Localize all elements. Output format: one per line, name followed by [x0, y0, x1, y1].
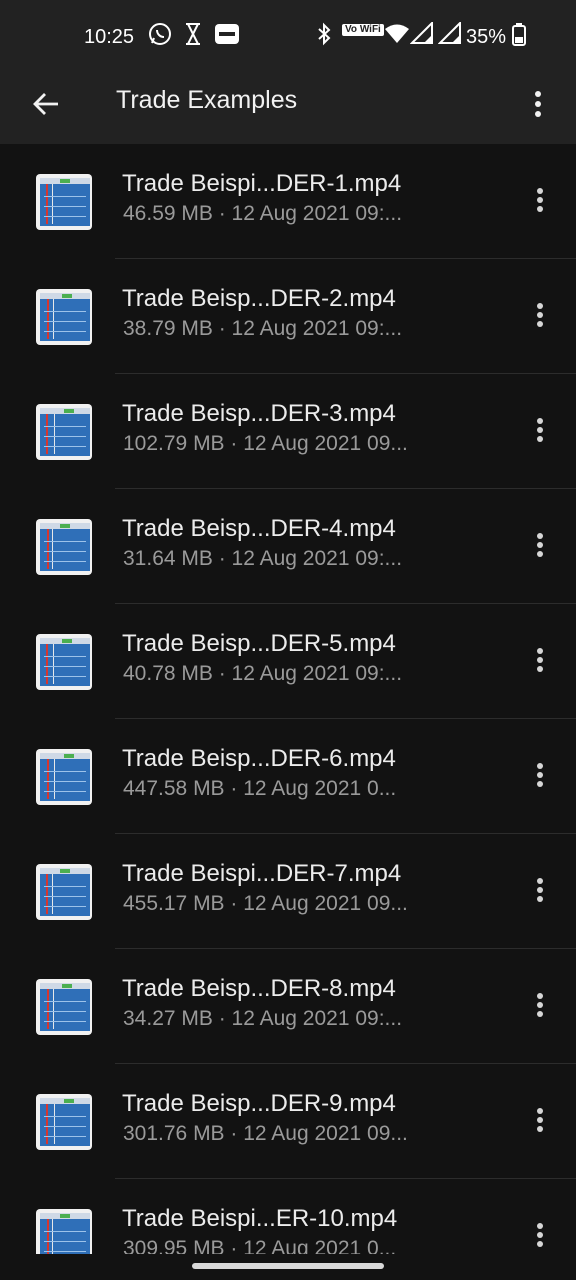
item-more-button[interactable]: [522, 757, 558, 797]
item-more-button[interactable]: [522, 412, 558, 452]
item-more-button[interactable]: [522, 527, 558, 567]
whatsapp-icon: [148, 22, 172, 46]
file-name: Trade Beisp...DER-9.mp4: [122, 1090, 396, 1117]
video-thumbnail: [36, 174, 92, 230]
video-thumbnail: [36, 1209, 92, 1254]
file-name: Trade Beisp...DER-2.mp4: [122, 285, 396, 312]
wifi-icon: [384, 22, 410, 44]
file-name: Trade Beisp...DER-3.mp4: [122, 400, 396, 427]
item-more-button[interactable]: [522, 182, 558, 222]
item-more-button[interactable]: [522, 1102, 558, 1142]
gesture-handle[interactable]: [192, 1263, 384, 1269]
item-more-button[interactable]: [522, 987, 558, 1027]
file-name: Trade Beisp...DER-5.mp4: [122, 630, 396, 657]
app-bar: Trade Examples: [0, 70, 576, 144]
file-meta: 46.59 MB · 12 Aug 2021 09:...: [123, 202, 403, 225]
list-item[interactable]: Trade Beisp...DER-8.mp4 34.27 MB · 12 Au…: [0, 949, 576, 1064]
file-meta: 309.95 MB · 12 Aug 2021 0...: [123, 1237, 397, 1254]
more-vert-icon: [536, 417, 544, 448]
more-vert-icon: [536, 1222, 544, 1253]
signal-icon: [438, 22, 462, 44]
item-more-button[interactable]: [522, 1217, 558, 1254]
file-meta: 447.58 MB · 12 Aug 2021 0...: [123, 777, 397, 800]
more-vert-icon: [534, 90, 542, 123]
more-vert-icon: [536, 762, 544, 793]
more-vert-icon: [536, 992, 544, 1023]
video-thumbnail: [36, 289, 92, 345]
battery-percent: 35%: [466, 26, 507, 48]
bluetooth-icon: [314, 22, 334, 46]
status-bar: 10:25 Vo WiFi 35%: [0, 0, 576, 70]
item-more-button[interactable]: [522, 297, 558, 337]
more-vert-icon: [536, 187, 544, 218]
file-name: Trade Beispi...ER-10.mp4: [122, 1205, 398, 1232]
file-meta: 31.64 MB · 12 Aug 2021 09:...: [123, 547, 403, 570]
more-vert-icon: [536, 647, 544, 678]
item-more-button[interactable]: [522, 642, 558, 682]
more-vert-icon: [536, 1107, 544, 1138]
file-meta: 102.79 MB · 12 Aug 2021 09...: [123, 432, 408, 455]
video-thumbnail: [36, 1094, 92, 1150]
list-item[interactable]: Trade Beisp...DER-6.mp4 447.58 MB · 12 A…: [0, 719, 576, 834]
file-name: Trade Beispi...DER-7.mp4: [122, 860, 402, 887]
back-button[interactable]: [26, 86, 66, 126]
list-item[interactable]: Trade Beispi...ER-10.mp4 309.95 MB · 12 …: [0, 1179, 576, 1254]
file-name: Trade Beispi...DER-1.mp4: [122, 170, 402, 197]
list-item[interactable]: Trade Beisp...DER-5.mp4 40.78 MB · 12 Au…: [0, 604, 576, 719]
video-thumbnail: [36, 634, 92, 690]
file-name: Trade Beisp...DER-4.mp4: [122, 515, 396, 542]
video-thumbnail: [36, 519, 92, 575]
file-name: Trade Beisp...DER-6.mp4: [122, 745, 396, 772]
file-meta: 301.76 MB · 12 Aug 2021 09...: [123, 1122, 408, 1145]
video-thumbnail: [36, 404, 92, 460]
file-list: Trade Beispi...DER-1.mp4 46.59 MB · 12 A…: [0, 144, 576, 1254]
file-meta: 38.79 MB · 12 Aug 2021 09:...: [123, 317, 403, 340]
hourglass-icon: [182, 22, 204, 46]
file-meta: 455.17 MB · 12 Aug 2021 09...: [123, 892, 408, 915]
list-item[interactable]: Trade Beispi...DER-7.mp4 455.17 MB · 12 …: [0, 834, 576, 949]
arrow-left-icon: [31, 89, 61, 124]
list-item[interactable]: Trade Beisp...DER-9.mp4 301.76 MB · 12 A…: [0, 1064, 576, 1179]
video-thumbnail: [36, 979, 92, 1035]
paytm-icon: [214, 22, 240, 46]
list-item[interactable]: Trade Beisp...DER-4.mp4 31.64 MB · 12 Au…: [0, 489, 576, 604]
item-more-button[interactable]: [522, 872, 558, 912]
battery-icon: [512, 22, 526, 46]
volte-wifi-icon: Vo WiFi: [342, 24, 384, 36]
file-name: Trade Beisp...DER-8.mp4: [122, 975, 396, 1002]
file-meta: 34.27 MB · 12 Aug 2021 09:...: [123, 1007, 403, 1030]
list-item[interactable]: Trade Beisp...DER-2.mp4 38.79 MB · 12 Au…: [0, 259, 576, 374]
file-meta: 40.78 MB · 12 Aug 2021 09:...: [123, 662, 403, 685]
list-item[interactable]: Trade Beisp...DER-3.mp4 102.79 MB · 12 A…: [0, 374, 576, 489]
video-thumbnail: [36, 864, 92, 920]
more-vert-icon: [536, 532, 544, 563]
more-vert-icon: [536, 877, 544, 908]
signal-icon: [410, 22, 434, 44]
more-vert-icon: [536, 302, 544, 333]
video-thumbnail: [36, 749, 92, 805]
overflow-menu-button[interactable]: [520, 84, 556, 128]
list-item[interactable]: Trade Beispi...DER-1.mp4 46.59 MB · 12 A…: [0, 144, 576, 259]
status-time: 10:25: [84, 26, 135, 48]
page-title: Trade Examples: [116, 86, 298, 114]
